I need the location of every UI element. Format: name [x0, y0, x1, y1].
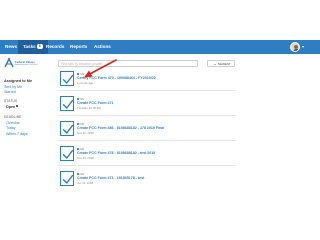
nav-records-label: Records	[46, 44, 65, 49]
task-date: 1 minute ago	[77, 81, 94, 85]
deadline-today[interactable]: Today	[6, 126, 16, 130]
sidebar-status-label: STATUS	[4, 99, 18, 103]
status-filter-open[interactable]: Open	[6, 104, 19, 109]
task-title[interactable]: Create FCC Form 486 - 8198688182 - 478 2…	[77, 126, 164, 130]
top-nav-bar: News Tasks 6 Records Reports Actions	[0, 40, 320, 54]
nav-news-label: News	[5, 44, 18, 49]
tag-dot-icon	[77, 123, 79, 125]
task-title[interactable]: Create FCC Form 478 - 8198688182 - test …	[77, 151, 155, 155]
task-divider	[58, 90, 236, 91]
task-row[interactable]: NAI Create FCC Form 471 Tuesday, 12:05 A…	[58, 93, 236, 114]
task-date: Oct 31, 2018	[77, 181, 94, 185]
avatar-head	[294, 44, 298, 49]
task-divider	[58, 165, 236, 166]
task-date: Nov 21, 2018	[77, 156, 94, 160]
task-divider	[58, 140, 236, 141]
sort-label: NEWEST	[218, 62, 231, 66]
nav-actions[interactable]: Actions	[89, 40, 116, 54]
tag-dot-icon	[77, 173, 79, 175]
checkmark-icon	[62, 124, 74, 134]
user-menu-chevron-down-icon[interactable]	[302, 46, 304, 48]
task-complete-checkbox[interactable]	[60, 171, 74, 186]
task-title[interactable]: Create FCC Form 471 - 181865178 - test	[77, 176, 144, 180]
deadline-overdue[interactable]: Overdue	[6, 121, 20, 125]
status-open-label: Open	[6, 104, 16, 109]
task-complete-checkbox[interactable]	[60, 96, 74, 111]
organization-logo: Federal Relays Administrative Services	[4, 57, 38, 70]
sidebar-sent-by-me[interactable]: Sent by Me	[4, 85, 22, 89]
checkmark-icon	[62, 74, 74, 84]
task-complete-checkbox[interactable]	[60, 121, 74, 136]
checkmark-icon	[62, 174, 74, 184]
logo-mark-icon	[4, 57, 14, 68]
sidebar-assigned-to-me[interactable]: Assigned to Me	[4, 79, 32, 83]
task-date: Tuesday, 12:05 AM	[77, 106, 101, 110]
task-date: Nov 22, 2018	[77, 131, 94, 135]
tag-dot-icon	[77, 148, 79, 150]
task-row[interactable]: NAI Create FCC Form 478 - 8198688182 - t…	[58, 143, 236, 164]
tag-dot-icon	[77, 73, 79, 75]
nav-actions-label: Actions	[94, 44, 111, 49]
task-row[interactable]: NAI Create FCC Form 486 - 8198688182 - 4…	[58, 118, 236, 139]
task-complete-checkbox[interactable]	[60, 146, 74, 161]
task-divider	[58, 115, 236, 116]
annotation-arrow-icon	[84, 59, 117, 78]
nav-reports-label: Reports	[70, 44, 88, 49]
sort-dropdown[interactable]: NEWEST	[207, 60, 235, 67]
sidebar-deadline-label: DEADLINE	[4, 115, 22, 119]
sidebar-starred[interactable]: Starred	[4, 90, 16, 94]
checkmark-icon	[62, 149, 74, 159]
chevron-down-icon	[214, 63, 216, 65]
task-search-input[interactable]	[58, 60, 198, 67]
task-title[interactable]: Create FCC Form 471	[77, 101, 114, 105]
tag-dot-icon	[77, 98, 79, 100]
nav-tasks-label: Tasks	[23, 44, 36, 49]
checkmark-icon	[62, 99, 74, 109]
task-complete-checkbox[interactable]	[60, 71, 74, 86]
user-avatar[interactable]	[290, 42, 300, 52]
logo-subtitle: Administrative Services	[15, 64, 38, 66]
task-row[interactable]: NAI Create FCC Form 471 - 181865178 - te…	[58, 168, 236, 189]
status-open-indicator-icon	[16, 105, 19, 108]
deadline-within-7-days[interactable]: Within 7 days	[6, 132, 28, 136]
